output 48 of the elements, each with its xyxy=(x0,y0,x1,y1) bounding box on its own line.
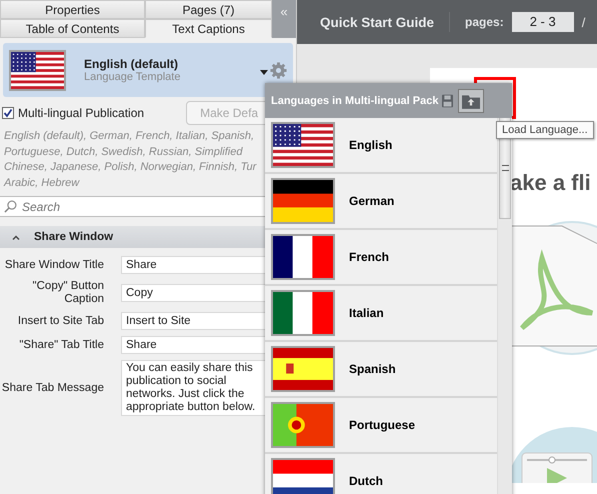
language-name: Spanish xyxy=(349,362,396,376)
field-label: "Share" Tab Title xyxy=(18,338,104,352)
pages-label: pages: xyxy=(465,15,504,29)
flag-icon xyxy=(271,402,335,448)
language-name: Portuguese xyxy=(349,418,416,432)
flag-icon xyxy=(271,234,335,280)
pages-separator: / xyxy=(582,14,586,30)
flag-icon xyxy=(271,178,335,224)
languages-text: English (default), German, French, Italian, Spanish, Portuguese, Dutch, Swedish, Russian, Simplified Chinese, Japanese, Polish, Norwegian, Finnish, Tur Arabic, Hebrew xyxy=(4,129,258,190)
tooltip: Load Language... xyxy=(496,121,594,139)
field-label: "Copy" Button Caption xyxy=(32,280,104,306)
language-item[interactable]: Italian xyxy=(265,286,497,342)
language-item[interactable]: German xyxy=(265,174,497,230)
language-item[interactable]: English xyxy=(265,118,497,174)
flag-icon xyxy=(271,122,335,168)
tab[interactable]: Properties xyxy=(0,0,145,19)
document-title: Quick Start Guide xyxy=(320,14,434,30)
section-title: Share Window xyxy=(34,231,114,243)
language-name: English (default) xyxy=(84,57,179,71)
field-label: Insert to Site Tab xyxy=(16,314,104,328)
folder-icon xyxy=(462,92,480,108)
field-label: Share Window Title xyxy=(4,258,104,272)
tab[interactable]: Table of Contents xyxy=(0,19,145,38)
pages-field[interactable]: 2 - 3 xyxy=(512,12,574,32)
language-name: English xyxy=(349,138,392,152)
language-item[interactable]: Spanish xyxy=(265,342,497,398)
page-heading: ake a fli xyxy=(510,170,591,196)
language-name: French xyxy=(349,250,390,264)
checkbox-label: Multi-lingual Publication xyxy=(18,106,144,120)
flag-icon xyxy=(271,290,335,336)
flag-icon xyxy=(271,458,335,494)
save-icon[interactable] xyxy=(442,94,454,108)
field-label: Share Tab Message xyxy=(0,382,104,394)
language-subtitle: Language Template xyxy=(84,71,182,83)
flag-icon xyxy=(9,50,66,90)
language-item[interactable]: Portuguese xyxy=(265,398,497,454)
language-name: Italian xyxy=(349,306,384,320)
flag-icon xyxy=(271,346,335,392)
language-item[interactable]: Dutch xyxy=(265,454,497,494)
checkbox[interactable] xyxy=(2,107,14,119)
tab[interactable]: Text Captions xyxy=(145,19,272,38)
language-name: German xyxy=(349,194,394,208)
caret-icon[interactable] xyxy=(260,70,268,74)
load-language-button[interactable] xyxy=(458,88,484,112)
language-name: Dutch xyxy=(349,474,383,488)
tab[interactable]: Pages (7) xyxy=(145,0,272,19)
language-item[interactable]: French xyxy=(265,230,497,286)
search-icon xyxy=(4,200,17,213)
